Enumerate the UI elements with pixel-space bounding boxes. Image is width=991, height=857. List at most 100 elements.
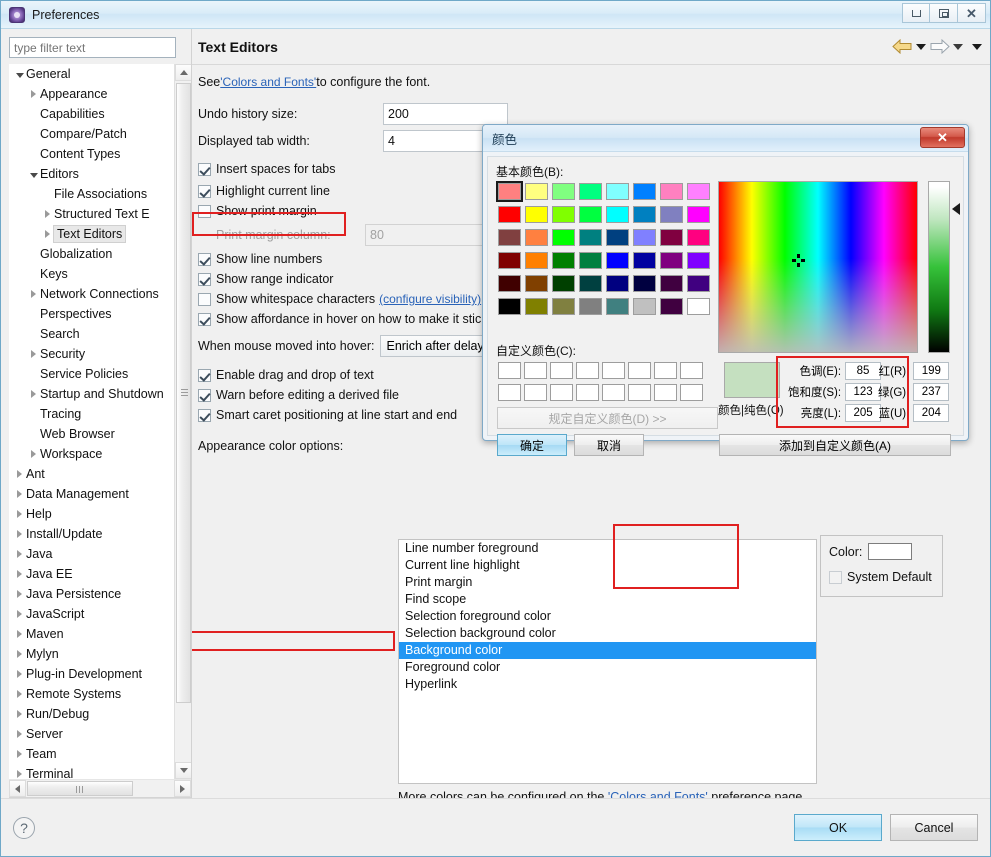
hue-saturation-field[interactable] [718, 181, 918, 353]
chevron-down-icon[interactable] [27, 171, 40, 178]
sidebar-item-server[interactable]: Server [9, 724, 174, 744]
color-option-item[interactable]: Line number foreground [399, 540, 816, 557]
chevron-right-icon[interactable] [13, 490, 26, 498]
blue-input[interactable]: 204 [913, 403, 950, 422]
color-dialog-cancel-button[interactable]: 取消 [574, 434, 644, 456]
basic-color-swatch[interactable] [606, 298, 629, 315]
basic-color-swatch[interactable] [525, 183, 548, 200]
basic-color-swatch[interactable] [579, 252, 602, 269]
configure-visibility-link[interactable]: (configure visibility) [379, 292, 481, 306]
basic-color-swatch[interactable] [687, 183, 710, 200]
sidebar-item-mylyn[interactable]: Mylyn [9, 644, 174, 664]
chevron-right-icon[interactable] [13, 510, 26, 518]
color-dialog-close-button[interactable]: ✕ [920, 127, 965, 148]
hue-input[interactable]: 85 [845, 361, 882, 380]
basic-color-swatch[interactable] [525, 206, 548, 223]
chevron-right-icon[interactable] [13, 650, 26, 658]
color-option-item[interactable]: Hyperlink [399, 676, 816, 693]
basic-color-swatch[interactable] [525, 275, 548, 292]
tree-scroll-up-button[interactable] [175, 64, 191, 81]
sidebar-item-structured-text-e[interactable]: Structured Text E [9, 204, 174, 224]
basic-color-swatch[interactable] [552, 252, 575, 269]
basic-color-swatch[interactable] [498, 206, 521, 223]
chevron-right-icon[interactable] [13, 550, 26, 558]
chevron-right-icon[interactable] [27, 390, 40, 398]
color-picker-crosshair-icon[interactable] [792, 254, 805, 267]
sidebar-item-remote-systems[interactable]: Remote Systems [9, 684, 174, 704]
sidebar-item-capabilities[interactable]: Capabilities [9, 104, 174, 124]
warn-derived-checkbox[interactable] [198, 388, 211, 402]
red-input[interactable]: 199 [913, 361, 950, 380]
sidebar-item-appearance[interactable]: Appearance [9, 84, 174, 104]
basic-color-swatch[interactable] [552, 298, 575, 315]
forward-dropdown-icon[interactable] [953, 43, 963, 50]
basic-color-swatch[interactable] [633, 183, 656, 200]
custom-color-swatch[interactable] [602, 362, 625, 379]
custom-color-swatch[interactable] [524, 362, 547, 379]
sidebar-item-javascript[interactable]: JavaScript [9, 604, 174, 624]
system-default-checkbox[interactable] [829, 570, 842, 584]
chevron-right-icon[interactable] [13, 750, 26, 758]
chevron-right-icon[interactable] [13, 770, 26, 778]
chevron-right-icon[interactable] [13, 470, 26, 478]
basic-color-swatch[interactable] [633, 298, 656, 315]
custom-color-swatch[interactable] [524, 384, 547, 401]
sidebar-item-plug-in-development[interactable]: Plug-in Development [9, 664, 174, 684]
filter-input[interactable] [9, 37, 176, 58]
insert-spaces-checkbox[interactable] [198, 162, 211, 176]
basic-color-swatch[interactable] [525, 298, 548, 315]
line-numbers-checkbox[interactable] [198, 252, 211, 266]
basic-color-swatch[interactable] [552, 206, 575, 223]
chevron-down-icon[interactable] [13, 71, 26, 78]
dragdrop-checkbox[interactable] [198, 368, 211, 382]
basic-color-swatch[interactable] [606, 229, 629, 246]
basic-color-swatch[interactable] [606, 252, 629, 269]
basic-color-swatch[interactable] [606, 206, 629, 223]
chevron-right-icon[interactable] [13, 590, 26, 598]
luminance-slider-thumb-icon[interactable] [952, 203, 960, 215]
sidebar-item-tracing[interactable]: Tracing [9, 404, 174, 424]
basic-color-swatch[interactable] [579, 229, 602, 246]
sidebar-item-run-debug[interactable]: Run/Debug [9, 704, 174, 724]
luminance-input[interactable]: 205 [845, 403, 882, 422]
sidebar-item-help[interactable]: Help [9, 504, 174, 524]
chevron-right-icon[interactable] [13, 730, 26, 738]
custom-color-swatch[interactable] [680, 362, 703, 379]
tree-scroll-left-button[interactable] [9, 780, 26, 797]
basic-colors-grid[interactable] [496, 181, 711, 318]
sidebar-item-content-types[interactable]: Content Types [9, 144, 174, 164]
colors-and-fonts-link[interactable]: 'Colors and Fonts' [220, 75, 316, 89]
basic-color-swatch[interactable] [552, 275, 575, 292]
sidebar-item-keys[interactable]: Keys [9, 264, 174, 284]
chevron-right-icon[interactable] [13, 630, 26, 638]
basic-color-swatch[interactable] [552, 229, 575, 246]
more-colors-link[interactable]: 'Colors and Fonts' [608, 790, 708, 798]
sidebar-item-data-management[interactable]: Data Management [9, 484, 174, 504]
basic-color-swatch[interactable] [660, 206, 683, 223]
basic-color-swatch[interactable] [660, 275, 683, 292]
chevron-right-icon[interactable] [13, 610, 26, 618]
custom-color-swatch[interactable] [654, 362, 677, 379]
basic-color-swatch[interactable] [660, 229, 683, 246]
sidebar-item-web-browser[interactable]: Web Browser [9, 424, 174, 444]
print-margin-checkbox[interactable] [198, 204, 211, 218]
basic-color-swatch[interactable] [525, 229, 548, 246]
basic-color-swatch[interactable] [633, 275, 656, 292]
tree-vertical-scroll-thumb[interactable] [176, 83, 191, 703]
custom-color-swatch[interactable] [498, 384, 521, 401]
page-menu-icon[interactable] [972, 43, 982, 50]
color-option-item[interactable]: Current line highlight [399, 557, 816, 574]
color-dialog-ok-button[interactable]: 确定 [497, 434, 567, 456]
chevron-right-icon[interactable] [27, 350, 40, 358]
custom-color-swatch[interactable] [602, 384, 625, 401]
basic-color-swatch[interactable] [687, 252, 710, 269]
custom-color-swatch[interactable] [576, 384, 599, 401]
tree-horizontal-scroll-thumb[interactable] [27, 781, 133, 796]
sidebar-item-perspectives[interactable]: Perspectives [9, 304, 174, 324]
basic-color-swatch[interactable] [496, 181, 523, 202]
luminance-slider[interactable] [928, 181, 950, 353]
sidebar-item-terminal[interactable]: Terminal [9, 764, 174, 779]
sidebar-item-startup-and-shutdown[interactable]: Startup and Shutdown [9, 384, 174, 404]
sidebar-item-file-associations[interactable]: File Associations [9, 184, 174, 204]
color-option-item[interactable]: Print margin [399, 574, 816, 591]
